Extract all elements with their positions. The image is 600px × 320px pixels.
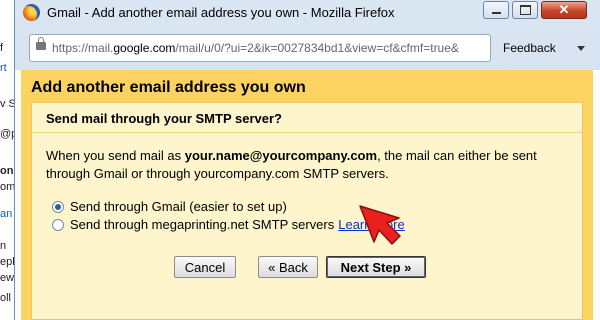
minimize-icon [491,12,501,14]
dialog: Add another email address you own Send m… [21,70,593,320]
bg-fragment: rt [0,62,7,74]
bg-fragment: f [0,42,4,54]
radio-icon[interactable] [52,200,64,213]
option-gmail-label[interactable]: Send through Gmail (easier to set up) [70,199,287,214]
dialog-panel: Send mail through your SMTP server? When… [31,102,583,320]
next-step-button[interactable]: Next Step » [326,256,426,278]
url-path: /mail/u/0/?ui=2&ik=0027834bd1&view=cf&cf… [175,41,459,55]
bg-fragment: ew [0,272,15,284]
dialog-subtitle: Send mail through your SMTP server? [46,111,282,126]
bg-fragment: oll [0,292,12,304]
radio-icon[interactable] [52,218,64,231]
url-text: https://mail.google.com/mail/u/0/?ui=2&i… [52,41,486,55]
option-smtp-row[interactable]: Send through megaprinting.net SMTP serve… [52,217,405,232]
back-button[interactable]: « Back [258,256,318,278]
close-button[interactable]: ✕ [541,1,587,19]
dialog-title: Add another email address you own [31,79,306,96]
feedback-button[interactable]: Feedback [503,41,556,55]
bg-fragment: n [0,240,7,252]
maximize-icon [519,5,531,15]
divider [32,132,582,133]
url-bar[interactable]: https://mail.google.com/mail/u/0/?ui=2&i… [29,34,491,62]
bg-fragment: epl [0,256,15,268]
bg-fragment: @p [0,128,14,140]
title-bar[interactable]: Gmail - Add another email address you ow… [15,0,600,26]
background-page: f rt v S @p oni om an n epl ew oll [0,0,15,320]
cursor-arrow-icon [359,205,401,245]
url-host: google.com [113,41,176,55]
maximize-button[interactable] [512,1,538,19]
minimize-button[interactable] [483,1,509,19]
page-content: Add another email address you own Send m… [15,70,600,320]
lock-icon [36,37,46,50]
option-smtp-label[interactable]: Send through megaprinting.net SMTP serve… [70,217,334,232]
bg-fragment: om [0,181,15,193]
window-title: Gmail - Add another email address you ow… [47,5,395,20]
close-icon: ✕ [558,2,570,17]
firefox-icon [23,4,40,21]
url-prefix: https://mail. [52,41,114,55]
bg-fragment: oni [0,165,15,177]
bg-fragment: v S [0,98,15,110]
desc-email: your.name@yourcompany.com [184,148,378,163]
desc-text: When you send mail as [46,148,185,163]
cancel-button[interactable]: Cancel [174,256,236,278]
description: When you send mail as your.name@yourcomp… [46,147,576,183]
option-gmail-row[interactable]: Send through Gmail (easier to set up) [52,199,287,214]
firefox-popup-window: Gmail - Add another email address you ow… [14,0,600,320]
chevron-down-icon[interactable] [577,46,585,51]
bg-fragment: an [0,208,13,220]
